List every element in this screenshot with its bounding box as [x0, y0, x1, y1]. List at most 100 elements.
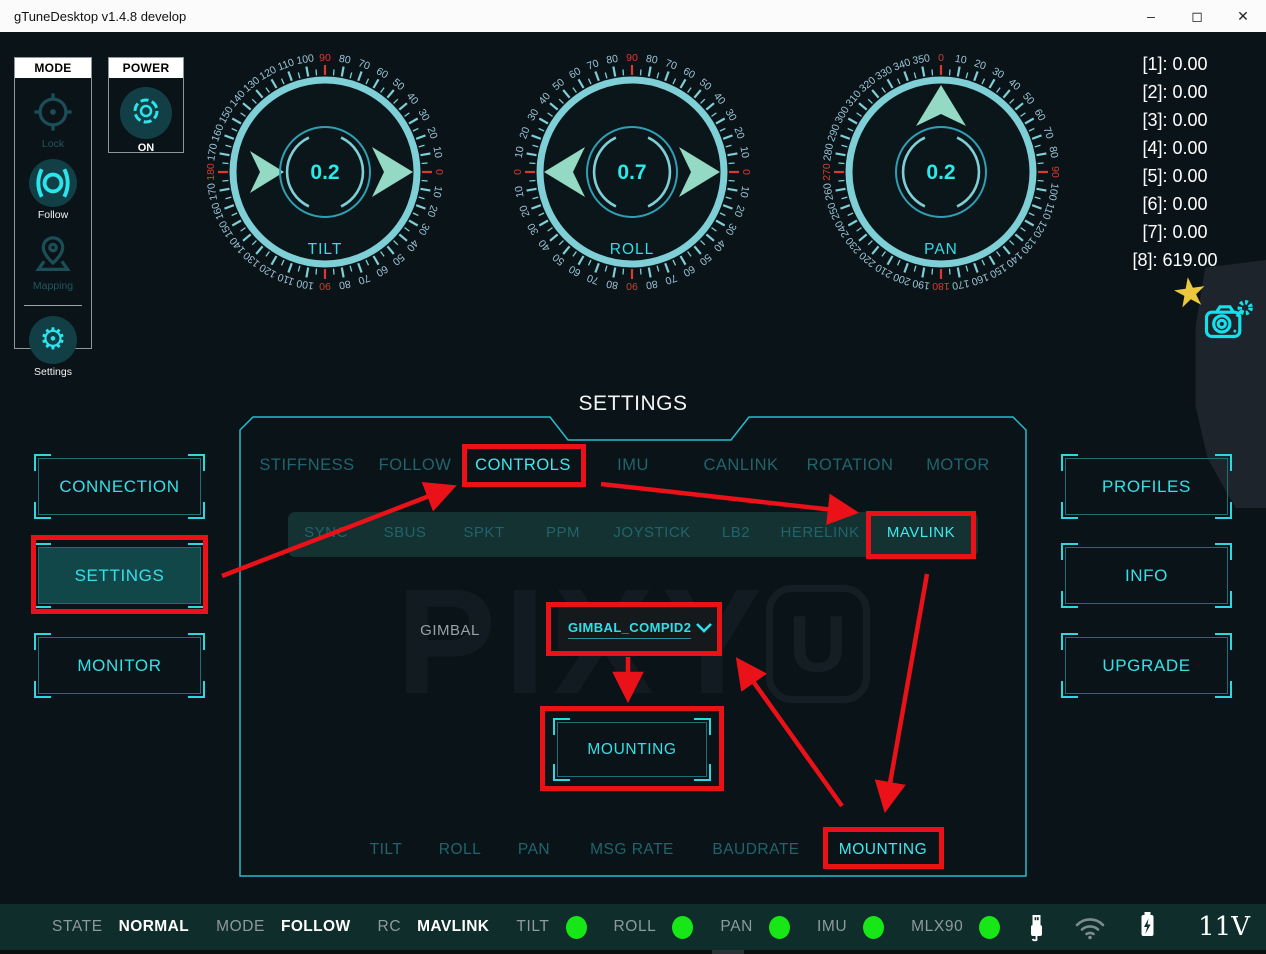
svg-text:90: 90 [1049, 166, 1061, 178]
bottom-tab-mounting[interactable]: MOUNTING [839, 841, 927, 859]
title-bar: gTuneDesktop v1.4.8 develop – ◻ ✕ [0, 0, 1266, 32]
svg-text:60: 60 [567, 263, 583, 279]
svg-text:160: 160 [209, 123, 226, 144]
mode-item-settings[interactable]: ⚙Settings [29, 316, 77, 378]
svg-text:30: 30 [525, 221, 541, 237]
tab-stiffness[interactable]: STIFFNESS [259, 456, 354, 475]
svg-text:20: 20 [424, 203, 439, 218]
usb-icon[interactable] [1027, 913, 1046, 942]
tab-controls[interactable]: CONTROLS [475, 456, 571, 475]
svg-text:80: 80 [338, 277, 352, 291]
svg-text:70: 70 [356, 271, 371, 286]
gimbal-label: GIMBAL [400, 622, 500, 639]
svg-text:110: 110 [1040, 201, 1057, 221]
tab-follow[interactable]: FOLLOW [379, 456, 452, 475]
star-icon: ★ [1169, 268, 1211, 319]
status-label: ROLL [614, 918, 657, 936]
nav-button-profiles[interactable]: PROFILES [1065, 458, 1228, 515]
svg-text:10: 10 [737, 145, 751, 159]
wifi-icon[interactable] [1073, 915, 1107, 940]
status-value: NORMAL [119, 918, 189, 936]
channel-readout: [2]: 0.00 [1100, 78, 1250, 106]
mode-item-label: Mapping [33, 280, 73, 292]
svg-text:350: 350 [912, 52, 931, 67]
subtab-sync[interactable]: SYNC [304, 524, 348, 541]
svg-text:90: 90 [626, 52, 638, 64]
bottom-tab-msg-rate[interactable]: MSG RATE [590, 841, 674, 859]
status-led-green [672, 916, 693, 939]
bottom-tab-tilt[interactable]: TILT [370, 841, 403, 859]
bottom-tab-pan[interactable]: PAN [518, 841, 550, 859]
tab-rotation[interactable]: ROTATION [807, 456, 894, 475]
close-button[interactable]: ✕ [1220, 0, 1266, 32]
svg-text:20: 20 [972, 57, 987, 72]
subtab-mavlink[interactable]: MAVLINK [887, 524, 955, 541]
status-led-green [769, 916, 790, 939]
mode-item-lock[interactable]: Lock [29, 88, 77, 150]
gauge-name: TILT [308, 241, 343, 258]
minimize-button[interactable]: – [1128, 0, 1174, 32]
svg-text:150: 150 [217, 218, 236, 239]
subtab-herelink[interactable]: HERELINK [780, 524, 859, 541]
arrow-mavlink-to-mounting-tab [886, 574, 927, 806]
gear-icon: ⚙ [29, 316, 77, 364]
status-state: STATE NORMAL [52, 918, 189, 936]
mode-panel-header: MODE [15, 58, 91, 78]
mounting-button[interactable]: MOUNTING [557, 722, 707, 777]
tab-canlink[interactable]: CANLINK [703, 456, 778, 475]
button-label: MONITOR [77, 656, 161, 676]
svg-text:70: 70 [356, 57, 371, 72]
mode-panel: MODE LockFollowMapping⚙Settings [14, 57, 92, 349]
svg-text:30: 30 [723, 221, 739, 237]
status-roll: ROLL [614, 916, 694, 939]
nav-button-info[interactable]: INFO [1065, 547, 1228, 604]
screenshot-camera-button[interactable] [1202, 296, 1256, 350]
gauge-pan: 0102030405060708090100110120130140150160… [816, 47, 1066, 297]
gauge-value: 0.2 [926, 161, 955, 184]
svg-text:70: 70 [663, 271, 678, 286]
tab-motor[interactable]: MOTOR [926, 456, 990, 475]
gauge-value: 0.2 [310, 161, 339, 184]
subtab-ppm[interactable]: PPM [546, 524, 580, 541]
svg-text:270: 270 [821, 163, 833, 181]
bottom-tab-roll[interactable]: ROLL [439, 841, 482, 859]
maximize-button[interactable]: ◻ [1174, 0, 1220, 32]
nav-button-upgrade[interactable]: UPGRADE [1065, 637, 1228, 694]
channel-readout: [7]: 0.00 [1100, 218, 1250, 246]
mode-item-label: Lock [42, 138, 64, 150]
tab-imu[interactable]: IMU [617, 456, 649, 475]
svg-text:30: 30 [990, 65, 1006, 81]
status-label: STATE [52, 918, 103, 936]
status-value: FOLLOW [281, 918, 351, 936]
subtab-lb2[interactable]: LB2 [722, 524, 750, 541]
mode-item-mapping[interactable]: Mapping [29, 230, 77, 292]
svg-text:80: 80 [645, 277, 659, 291]
settings-panel-title: SETTINGS [240, 392, 1026, 416]
nav-button-monitor[interactable]: MONITOR [38, 637, 201, 694]
status-label: PAN [720, 918, 753, 936]
svg-text:70: 70 [663, 57, 678, 72]
svg-text:0: 0 [740, 169, 752, 175]
channel-readout: [6]: 0.00 [1100, 190, 1250, 218]
svg-text:90: 90 [319, 52, 331, 64]
nav-button-connection[interactable]: CONNECTION [38, 458, 201, 515]
bottom-tab-baudrate[interactable]: BAUDRATE [712, 841, 799, 859]
button-label: INFO [1125, 566, 1168, 586]
nav-button-settings[interactable]: SETTINGS [38, 547, 201, 604]
mode-item-follow[interactable]: Follow [29, 159, 77, 221]
gauge-name: PAN [924, 241, 958, 258]
svg-text:10: 10 [430, 185, 444, 199]
gimbal-compid-dropdown[interactable]: GIMBAL_COMPID2 [558, 607, 718, 652]
subtab-joystick[interactable]: JOYSTICK [613, 524, 690, 541]
power-toggle-button[interactable] [120, 87, 172, 139]
svg-text:20: 20 [424, 125, 439, 140]
svg-text:180: 180 [932, 280, 950, 292]
window-bottom-edge [0, 950, 1266, 954]
subtab-sbus[interactable]: SBUS [384, 524, 427, 541]
channel-readout: [3]: 0.00 [1100, 106, 1250, 134]
svg-text:60: 60 [681, 263, 697, 279]
subtab-spkt[interactable]: SPKT [463, 524, 504, 541]
power-panel: POWER ON [108, 57, 184, 153]
gimbal-dropdown-value: GIMBAL_COMPID2 [568, 620, 691, 639]
svg-text:20: 20 [731, 203, 746, 218]
